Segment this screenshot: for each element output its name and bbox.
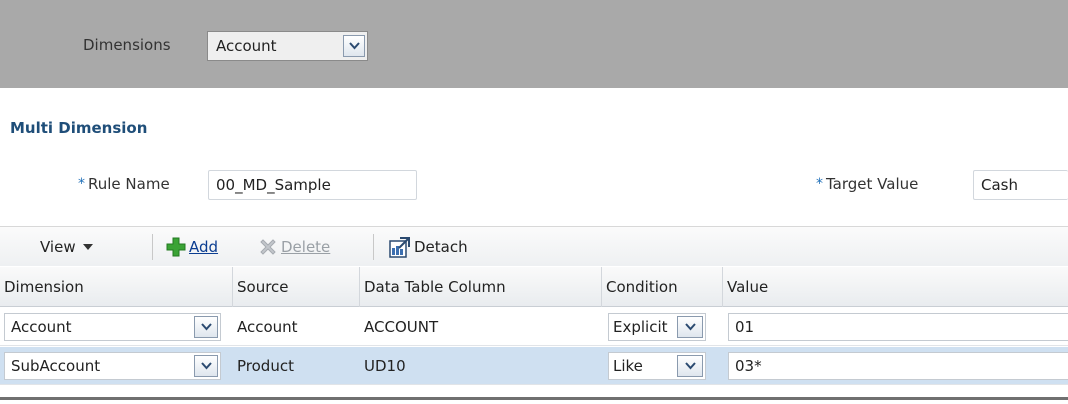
- rule-name-input[interactable]: 00_MD_Sample: [208, 170, 417, 200]
- chevron-down-icon[interactable]: [677, 316, 703, 338]
- delete-label: Delete: [281, 238, 331, 256]
- caret-down-icon: [82, 244, 93, 250]
- target-value-label-text: Target Value: [826, 175, 919, 193]
- add-button[interactable]: Add: [166, 227, 218, 267]
- chevron-down-icon[interactable]: [677, 355, 703, 377]
- column-header-source[interactable]: Source: [232, 267, 359, 307]
- condition-select-value: Explicit: [613, 318, 668, 336]
- dimension-select-value: SubAccount: [11, 357, 101, 375]
- detach-button[interactable]: Detach: [389, 227, 468, 267]
- source-cell: Account: [237, 318, 298, 336]
- toolbar-divider: [152, 234, 153, 260]
- column-header-condition[interactable]: Condition: [601, 267, 722, 307]
- dimensions-label: Dimensions: [83, 36, 171, 54]
- table-header: Dimension Source Data Table Column Condi…: [0, 267, 1068, 307]
- table-row[interactable]: SubAccount Product UD10 Like 03*: [0, 347, 1068, 385]
- target-value-input[interactable]: Cash: [973, 170, 1068, 200]
- source-cell: Product: [237, 357, 294, 375]
- chevron-down-icon[interactable]: [194, 355, 218, 377]
- section-title: Multi Dimension: [10, 119, 148, 137]
- condition-select-value: Like: [613, 357, 643, 375]
- chevron-down-icon[interactable]: [343, 35, 365, 57]
- table-toolbar: View Add Delete Detach: [0, 226, 1068, 266]
- view-label: View: [40, 238, 76, 256]
- add-label: Add: [189, 238, 219, 256]
- condition-select[interactable]: Like: [608, 352, 706, 380]
- detach-label: Detach: [414, 238, 468, 256]
- rule-name-label-text: Rule Name: [88, 175, 170, 193]
- data-table-column-cell: UD10: [364, 357, 406, 375]
- dimensions-select[interactable]: Account: [207, 31, 368, 61]
- delete-button[interactable]: Delete: [258, 227, 330, 267]
- target-value-label: * Target Value: [816, 175, 918, 193]
- chevron-down-icon[interactable]: [194, 316, 218, 338]
- dimension-select-value: Account: [11, 318, 72, 336]
- dimensions-select-value: Account: [216, 37, 277, 55]
- view-menu-button[interactable]: View: [40, 227, 94, 267]
- detach-icon: [389, 237, 410, 258]
- toolbar-divider: [373, 234, 374, 260]
- dimension-selector-bar: Dimensions Account: [0, 0, 1068, 88]
- required-mark: *: [816, 176, 823, 192]
- rule-name-label: * Rule Name: [78, 175, 170, 193]
- dimension-select[interactable]: SubAccount: [4, 352, 221, 380]
- table-row[interactable]: Account Account ACCOUNT Explicit 01: [0, 308, 1068, 346]
- plus-icon: [166, 237, 186, 257]
- column-header-dimension[interactable]: Dimension: [0, 267, 232, 307]
- required-mark: *: [78, 176, 85, 192]
- condition-select[interactable]: Explicit: [608, 313, 706, 341]
- dimension-select[interactable]: Account: [4, 313, 221, 341]
- column-header-data-table-column[interactable]: Data Table Column: [359, 267, 601, 307]
- delete-x-icon: [260, 239, 276, 255]
- column-header-value[interactable]: Value: [722, 267, 1068, 307]
- data-table-column-cell: ACCOUNT: [364, 318, 439, 336]
- value-input[interactable]: 01: [728, 313, 1068, 341]
- value-input[interactable]: 03*: [728, 352, 1068, 380]
